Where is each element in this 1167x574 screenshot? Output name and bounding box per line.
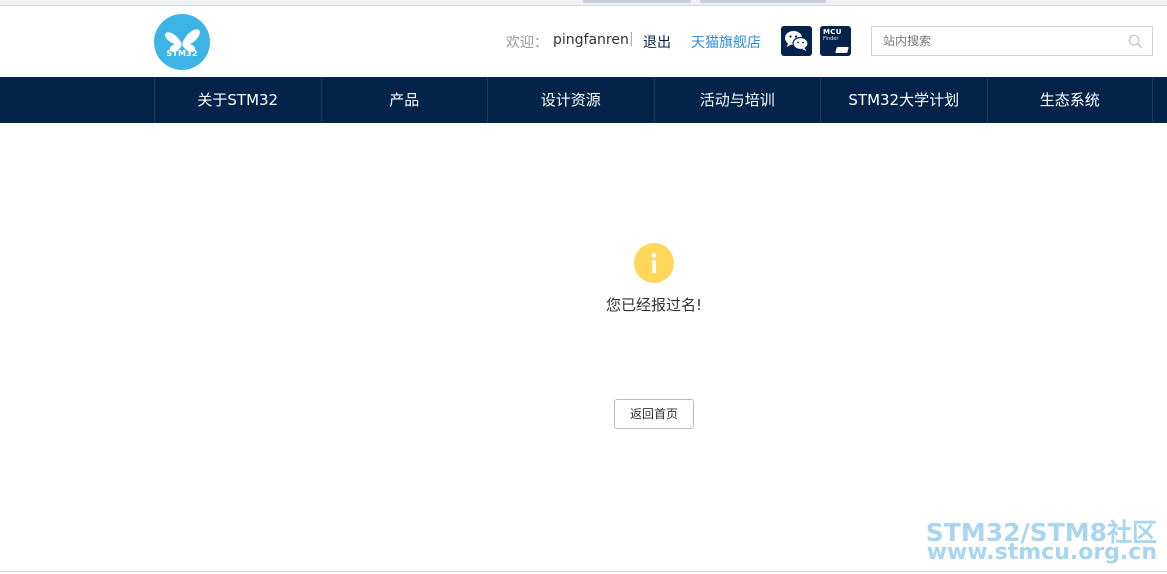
logout-link[interactable]: 退出: [643, 32, 671, 52]
st-logo-icon: [835, 47, 849, 53]
search-icon[interactable]: [1128, 34, 1143, 49]
main-nav: 关于STM32 产品 设计资源 活动与培训 STM32大学计划 生态系统: [0, 77, 1167, 123]
mcu-finder-button[interactable]: MCU Finder: [820, 26, 851, 56]
nav-item-design-resources[interactable]: 设计资源: [487, 77, 654, 123]
back-to-home-button[interactable]: 返回首页: [614, 399, 694, 429]
nav-item-events-training[interactable]: 活动与培训: [653, 77, 821, 123]
stm32-logo[interactable]: STM32: [154, 14, 210, 70]
nav-item-ecosystem[interactable]: 生态系统: [986, 77, 1153, 123]
wechat-button[interactable]: [781, 26, 812, 56]
logo-text: STM32: [166, 49, 198, 58]
welcome-label: 欢迎：: [506, 35, 548, 51]
notice-message: 您已经报过名!: [605, 296, 702, 314]
search-box: [871, 26, 1153, 56]
browser-tab-marker: [700, 0, 826, 3]
mcu-finder-subtitle: Finder: [823, 36, 839, 42]
nav-item-products[interactable]: 产品: [320, 77, 488, 123]
nav-item-about-stm32[interactable]: 关于STM32: [154, 77, 321, 123]
browser-top-strip: [0, 0, 1167, 6]
header-separator: |: [629, 31, 634, 47]
butterfly-icon: [165, 29, 200, 53]
browser-tab-marker: [583, 0, 691, 3]
watermark-url: www.stmcu.org.cn: [926, 540, 1157, 565]
username: pingfanren: [553, 32, 629, 48]
wechat-icon: [785, 31, 809, 51]
tmall-store-link[interactable]: 天猫旗舰店: [691, 32, 761, 52]
mcu-finder-title: MCU: [823, 28, 842, 36]
info-icon: [634, 243, 674, 283]
bottom-divider: [0, 571, 1167, 572]
search-input[interactable]: [872, 27, 1122, 55]
nav-item-university-program[interactable]: STM32大学计划: [820, 77, 987, 123]
